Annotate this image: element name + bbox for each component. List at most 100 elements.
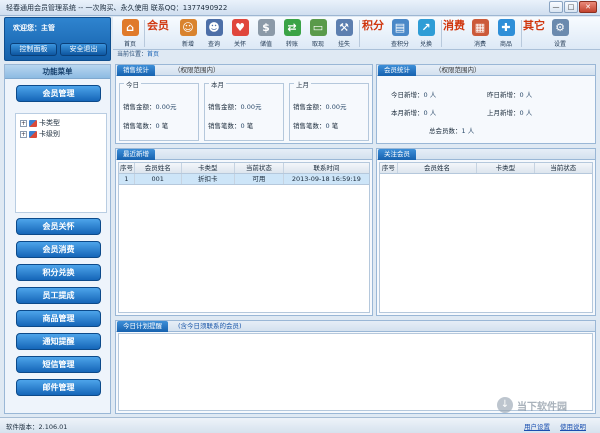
- menu-goods-management[interactable]: 商品管理: [16, 310, 101, 327]
- card-icon: [29, 130, 37, 138]
- toolbar-consume-group: 消费: [443, 19, 465, 32]
- members-today: 0 人: [423, 91, 437, 99]
- toolbar-divider: [441, 20, 442, 47]
- toolbar-divider: [144, 20, 145, 47]
- window-controls: — □ ✕: [549, 1, 597, 13]
- toolbar-query[interactable]: ☻ 查询: [203, 18, 225, 49]
- toolbar-other-group: 其它: [523, 19, 545, 32]
- close-button[interactable]: ✕: [579, 1, 597, 13]
- welcome-box: 欢迎您：主管 控制面板 安全退出: [4, 17, 111, 61]
- heart-icon: ♥: [231, 19, 249, 36]
- card-tree: + 卡类型 + 卡级别: [15, 113, 107, 213]
- followed-panel: 关注会员 序号 会员姓名 卡类型 当前状态: [376, 148, 596, 316]
- toolbar-convert[interactable]: ⇄ 转账: [281, 18, 303, 49]
- minimize-button[interactable]: —: [549, 1, 563, 13]
- toolbar-home[interactable]: ⌂ 首页: [119, 18, 141, 49]
- toolbar-redeem[interactable]: ↗ 兑换: [415, 18, 437, 49]
- toolbar-add[interactable]: ☺ 新增: [177, 18, 199, 49]
- redeem-icon: ↗: [417, 19, 435, 36]
- plan-note: (含今日须联系的会员): [178, 322, 242, 330]
- sales-today-count: 0: [155, 122, 160, 130]
- breadcrumb-current[interactable]: 首页: [147, 51, 159, 58]
- menu-sms-management[interactable]: 短信管理: [16, 356, 101, 373]
- card-icon: [29, 119, 37, 127]
- sales-last-month-count: 0: [325, 122, 330, 130]
- members-yesterday: 0 人: [519, 91, 533, 99]
- sales-today-group: 今日 销售金额：0.00元 销售笔数：0 笔: [119, 79, 199, 141]
- toolbar-member-group: 会员: [147, 19, 169, 32]
- cash-icon: ▭: [309, 19, 327, 36]
- member-stats-panel: 会员统计 （权限范围内） 今日新增：0 人 昨日新增：0 人 本月新增：0 人 …: [376, 64, 596, 144]
- tab-plan[interactable]: 今日计划提醒: [117, 321, 168, 332]
- members-month: 0 人: [423, 109, 437, 117]
- sales-last-month-amount: 0.00元: [325, 103, 347, 111]
- breadcrumb: 当前位置：首页: [113, 50, 600, 60]
- member-management-button[interactable]: 会员管理: [16, 85, 101, 102]
- download-icon: ↓: [497, 397, 513, 413]
- recent-grid-header: 序号 会员姓名 卡类型 当前状态 联系时间: [119, 163, 369, 174]
- followed-grid: 序号 会员姓名 卡类型 当前状态: [379, 162, 593, 313]
- sales-stats-panel: 销售统计 （权限范围内） 今日 销售金额：0.00元 销售笔数：0 笔 本月 销…: [115, 64, 373, 144]
- user-add-icon: ☺: [179, 19, 197, 36]
- menu-member-consume[interactable]: 会员消费: [16, 241, 101, 258]
- gear-icon: ⚙: [551, 19, 569, 36]
- function-menu-header: 功能菜单: [5, 65, 110, 79]
- menu-points-redeem[interactable]: 积分兑换: [16, 264, 101, 281]
- toolbar-care[interactable]: ♥ 关怀: [229, 18, 251, 49]
- toolbar-loss[interactable]: ⚒ 挂失: [333, 18, 355, 49]
- recent-panel: 最近新增 序号 会员姓名 卡类型 当前状态 联系时间 1 001 折扣卡 可用 …: [115, 148, 373, 316]
- function-menu: 功能菜单 会员管理 + 卡类型 + 卡级别 会员关怀 会员消费 积分兑换 员工提…: [4, 64, 111, 414]
- toolbar-points-group: 积分: [362, 19, 384, 32]
- expand-icon[interactable]: +: [20, 130, 27, 138]
- tab-recent[interactable]: 最近新增: [117, 149, 155, 160]
- title-bar: 轻春通用会员管理系统 -- 一次购买、永久使用 联系QQ：1377490922 …: [0, 0, 600, 16]
- tab-sales-stats[interactable]: 销售统计: [117, 65, 155, 76]
- control-panel-button[interactable]: 控制面板: [10, 43, 57, 56]
- sales-month-count: 0: [240, 122, 245, 130]
- toolbar-goods[interactable]: ✚ 商品: [495, 18, 517, 49]
- money-bag-icon: $: [257, 19, 275, 36]
- welcome-text: 欢迎您：主管: [13, 24, 55, 32]
- receipt-icon: ▦: [471, 19, 489, 36]
- followed-grid-header: 序号 会员姓名 卡类型 当前状态: [380, 163, 592, 174]
- sales-last-month-group: 上月 销售金额：0.00元 销售笔数：0 笔: [289, 79, 369, 141]
- toolbar-divider: [359, 20, 360, 47]
- recent-grid: 序号 会员姓名 卡类型 当前状态 联系时间 1 001 折扣卡 可用 2013-…: [118, 162, 370, 313]
- toolbar-settings[interactable]: ⚙ 设置: [549, 18, 571, 49]
- puzzle-icon: ✚: [497, 19, 515, 36]
- tree-node-card-level[interactable]: + 卡级别: [20, 129, 60, 139]
- toolbar-consume[interactable]: ▦ 消费: [469, 18, 491, 49]
- expand-icon[interactable]: +: [20, 119, 27, 127]
- tree-node-card-type[interactable]: + 卡类型: [20, 118, 60, 128]
- home-icon: ⌂: [121, 19, 139, 36]
- maximize-button[interactable]: □: [564, 1, 578, 13]
- toolbar-check-points[interactable]: ▤ 查积分: [389, 18, 411, 49]
- menu-member-care[interactable]: 会员关怀: [16, 218, 101, 235]
- user-search-icon: ☻: [205, 19, 223, 36]
- window-title: 轻春通用会员管理系统 -- 一次购买、永久使用 联系QQ：1377490922: [6, 4, 228, 12]
- member-stats-note: （权限范围内）: [435, 66, 481, 74]
- members-last-month: 0 人: [519, 109, 533, 117]
- members-total: 1 人: [461, 127, 475, 135]
- user-settings-link[interactable]: 用户设置: [524, 421, 550, 431]
- table-row[interactable]: 1 001 折扣卡 可用 2013-09-18 16:59:19: [119, 174, 369, 185]
- tab-member-stats[interactable]: 会员统计: [378, 65, 416, 76]
- status-bar: 软件版本：2.106.01 用户设置 使用说明: [0, 417, 600, 433]
- watermark: ↓ 当下软件园: [497, 396, 589, 414]
- toolbar-withdraw[interactable]: ▭ 取现: [307, 18, 329, 49]
- help-link[interactable]: 使用说明: [560, 421, 586, 431]
- menu-notifications[interactable]: 通知提醒: [16, 333, 101, 350]
- version-text: 软件版本：2.106.01: [6, 423, 68, 431]
- toolbar-divider: [521, 20, 522, 47]
- safe-exit-button[interactable]: 安全退出: [60, 43, 107, 56]
- toolbar-deposit[interactable]: $ 储值: [255, 18, 277, 49]
- transfer-icon: ⇄: [283, 19, 301, 36]
- sales-month-group: 本月 销售金额：0.00元 销售笔数：0 笔: [204, 79, 284, 141]
- menu-email-management[interactable]: 邮件管理: [16, 379, 101, 396]
- sales-today-amount: 0.00元: [155, 103, 177, 111]
- menu-staff-commission[interactable]: 员工提成: [16, 287, 101, 304]
- sales-stats-note: （权限范围内）: [174, 66, 220, 74]
- sales-month-amount: 0.00元: [240, 103, 262, 111]
- hammer-icon: ⚒: [335, 19, 353, 36]
- tab-followed[interactable]: 关注会员: [378, 149, 416, 160]
